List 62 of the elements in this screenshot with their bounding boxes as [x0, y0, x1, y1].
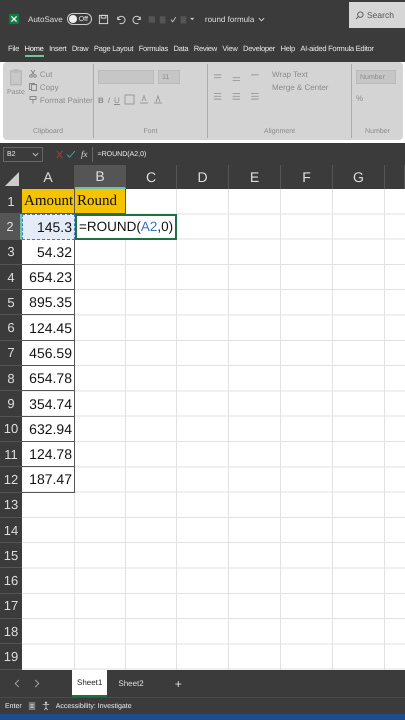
- table-cell: 145.3: [22, 214, 75, 240]
- row-header[interactable]: 14: [0, 518, 22, 544]
- row-header[interactable]: 13: [0, 492, 22, 518]
- cancel-confirm-icons-drawing: [55, 150, 77, 158]
- table-cell: 124.45: [22, 315, 75, 341]
- row-header[interactable]: 7: [0, 340, 22, 366]
- column-header[interactable]: G: [333, 165, 385, 189]
- table-cell: 895.35: [22, 290, 75, 316]
- select-all-corner[interactable]: [0, 165, 22, 189]
- row-header[interactable]: 18: [0, 619, 22, 644]
- add-sheet-button[interactable]: +: [168, 676, 188, 692]
- paintbrush-icon: [28, 96, 37, 104]
- column-header[interactable]: B: [75, 165, 126, 189]
- clipboard-icon: [8, 68, 23, 86]
- table-cell: 654.78: [22, 366, 75, 392]
- row-header[interactable]: 4: [0, 264, 22, 290]
- table-cell: Round: [75, 189, 126, 214]
- sheet-tab[interactable]: Sheet1: [72, 670, 108, 697]
- row-header[interactable]: 8: [0, 366, 22, 392]
- redo-icon[interactable]: [132, 14, 143, 24]
- accessibility-icon: [42, 701, 50, 711]
- column-header[interactable]: C: [126, 165, 177, 189]
- excel-logo-icon: [8, 13, 20, 25]
- column-header[interactable]: F: [281, 165, 333, 189]
- scissors-icon: [28, 70, 37, 78]
- insert-function-button[interactable]: fx: [81, 149, 88, 159]
- document-title[interactable]: round formula: [204, 14, 254, 24]
- sheet-tab[interactable]: Sheet2: [113, 670, 149, 697]
- table-cell: 124.78: [22, 442, 75, 468]
- table-cell: 632.94: [22, 416, 75, 442]
- row-header[interactable]: 11: [0, 442, 22, 468]
- row-header[interactable]: 12: [0, 467, 22, 493]
- table-cell: 354.74: [22, 391, 75, 417]
- format-icons-drawing: [124, 94, 164, 106]
- autosave-label: AutoSave: [28, 14, 63, 24]
- cell-editor[interactable]: =ROUND(A2,0): [75, 214, 178, 240]
- table-cell: Amount: [22, 189, 75, 214]
- row-header[interactable]: 10: [0, 416, 22, 442]
- column-header[interactable]: A: [22, 165, 75, 189]
- row-header[interactable]: 16: [0, 568, 22, 594]
- table-cell: 654.23: [22, 264, 75, 290]
- row-header[interactable]: 15: [0, 543, 22, 568]
- row-header[interactable]: 9: [0, 391, 22, 417]
- row-header[interactable]: 1: [0, 189, 22, 214]
- copy-icon: [28, 83, 37, 91]
- row-header[interactable]: 6: [0, 315, 22, 341]
- column-header[interactable]: E: [229, 165, 281, 189]
- undo-icon[interactable]: [114, 14, 126, 24]
- table-cell: 456.59: [22, 340, 75, 366]
- row-header[interactable]: 5: [0, 290, 22, 316]
- row-header[interactable]: 2: [0, 214, 22, 240]
- row-header[interactable]: 19: [0, 644, 22, 670]
- table-cell: 54.32: [22, 240, 75, 265]
- row-header[interactable]: 3: [0, 240, 22, 265]
- search-field[interactable]: Search: [349, 2, 405, 28]
- column-header[interactable]: D: [177, 165, 229, 189]
- save-icon[interactable]: [98, 14, 109, 24]
- chevron-down-icon[interactable]: [258, 16, 266, 22]
- search-icon: [355, 11, 364, 20]
- toolbar-icons-drawing: [146, 14, 195, 24]
- row-header[interactable]: 17: [0, 594, 22, 620]
- table-cell: 187.47: [22, 467, 75, 493]
